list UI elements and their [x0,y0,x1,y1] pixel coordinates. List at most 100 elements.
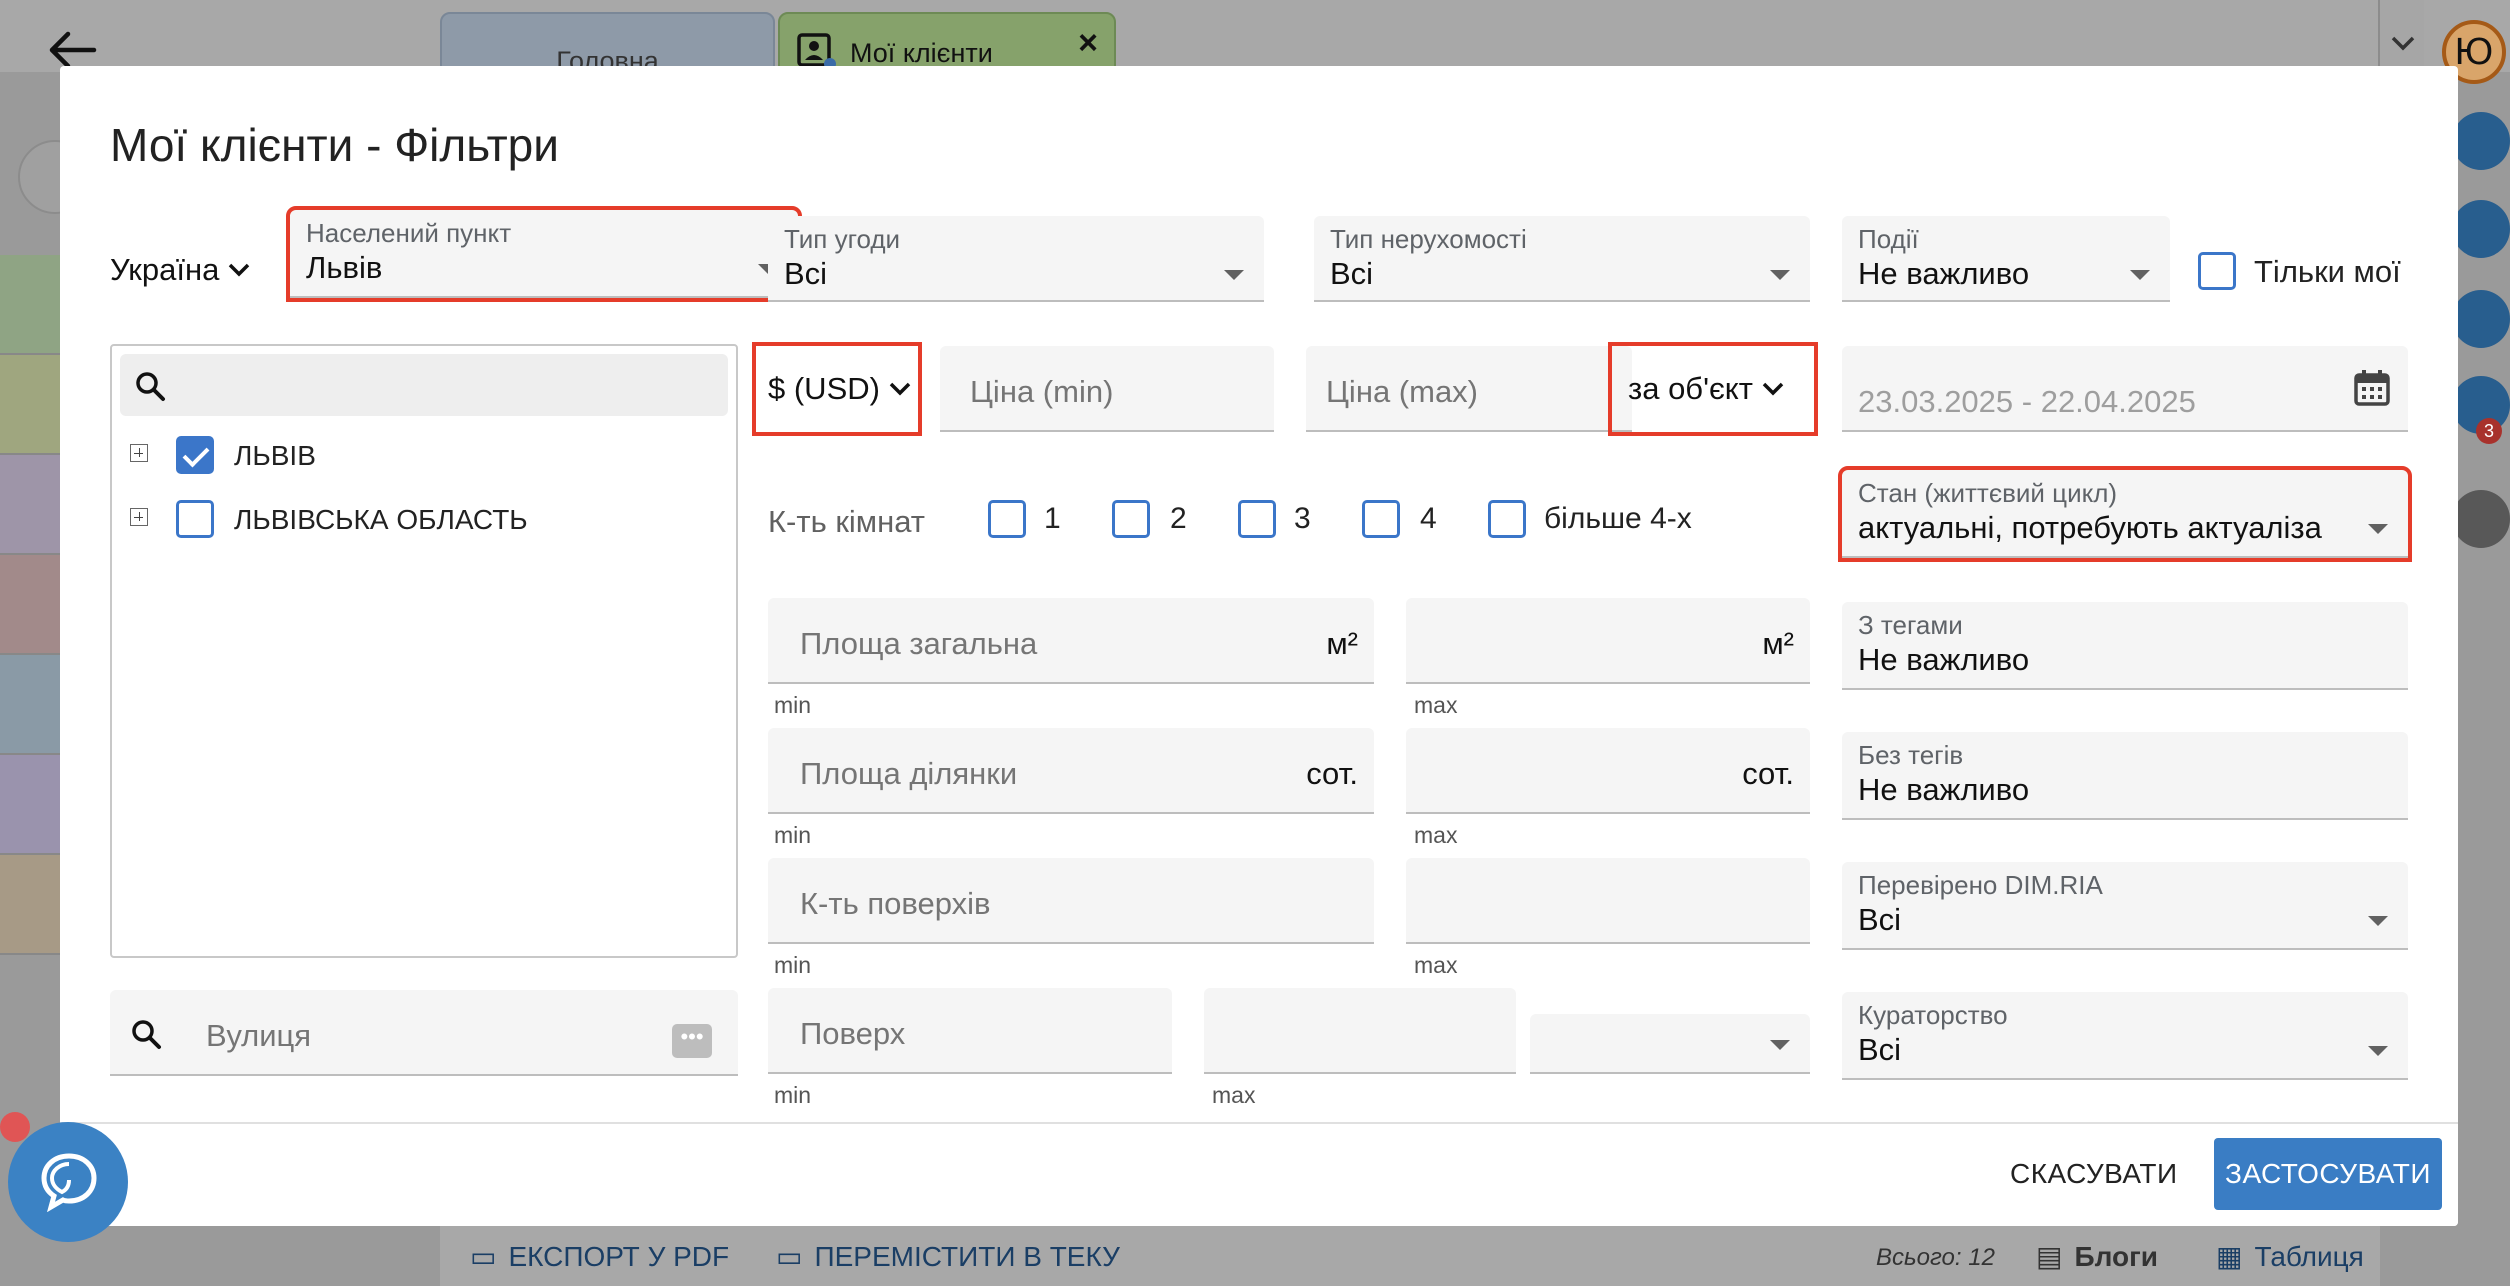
floors-count-min-caption: min [774,952,812,978]
bottom-bar: ▭ ЕКСПОРТ У PDF ▭ ПЕРЕМІСТИТИ В ТЕКУ Всь… [440,1224,2380,1286]
blogs-view-button[interactable]: ▤ Блоги [2036,1240,2158,1273]
rooms-more-checkbox[interactable] [1488,500,1526,538]
caret-down-icon [1770,270,1790,280]
blog-icon: ▤ [2036,1241,2063,1272]
search-icon[interactable] [2452,200,2510,258]
cancel-button[interactable]: СКАСУВАТИ [2010,1158,2178,1190]
sidebar-item-tools[interactable] [0,655,60,755]
calendar-icon[interactable] [2452,112,2510,170]
rooms-more-label: більше 4-х [1544,502,1692,535]
caret-down-icon [2368,524,2388,534]
sidebar-item-folders[interactable] [0,455,60,555]
date-range-input[interactable]: 23.03.2025 - 22.04.2025 [1842,346,2408,432]
sidebar-item-analytics[interactable] [0,855,60,955]
rooms-3-label: 3 [1294,502,1311,535]
chat-widget-button[interactable] [8,1122,128,1242]
country-select[interactable]: Україна [110,252,251,288]
messages-icon[interactable] [2452,290,2510,348]
filters-dialog: Мої клієнти - Фільтри Україна Населений … [60,66,2458,1226]
area-total-min-caption: min [774,692,812,718]
floor-min-caption: min [774,1082,812,1108]
floors-count-max-caption: max [1414,952,1458,978]
tree-item-lviv-oblast-checkbox[interactable] [176,500,214,538]
more-options-icon[interactable]: ••• [672,1024,712,1058]
street-search-input[interactable]: Вулиця ••• [110,990,738,1076]
area-total-max-input[interactable]: м² [1406,598,1810,684]
notification-badge: 3 [2476,418,2502,444]
tree-item-lviv[interactable] [130,444,148,462]
property-type-select[interactable]: Тип нерухомості Всі [1314,216,1810,302]
rooms-4-checkbox[interactable] [1362,500,1400,538]
chevron-down-icon [2391,36,2415,51]
chat-icon [41,1153,97,1212]
expand-icon[interactable] [130,508,148,526]
curatorship-select[interactable]: Кураторство Всі [1842,992,2408,1080]
area-total-min-input[interactable]: Площа загальна м² [768,598,1374,684]
with-tags-select[interactable]: З тегами Не важливо [1842,602,2408,690]
only-mine-label: Тільки мої [2254,254,2401,289]
deal-type-select[interactable]: Тип угоди Всі [768,216,1264,302]
area-plot-min-caption: min [774,822,812,848]
caret-down-icon [1770,1040,1790,1050]
floor-option-select[interactable] [1530,1014,1810,1074]
caret-down-icon [2368,916,2388,926]
chat-notification-dot [0,1112,30,1142]
tree-search-input[interactable] [120,354,728,416]
app-header [0,0,2510,72]
chevron-down-icon [229,263,250,277]
apply-button[interactable]: ЗАСТОСУВАТИ [2214,1138,2442,1210]
tree-item-lviv-checkbox[interactable] [176,436,214,474]
rooms-1-label: 1 [1044,502,1061,535]
help-icon[interactable] [2452,490,2510,548]
rooms-4-label: 4 [1420,502,1437,535]
export-pdf-button[interactable]: ▭ ЕКСПОРТ У PDF [470,1240,729,1273]
area-plot-max-input[interactable]: сот. [1406,728,1810,814]
move-to-folder-button[interactable]: ▭ ПЕРЕМІСТИТИ В ТЕКУ [776,1240,1120,1273]
folder-icon: ▭ [776,1241,803,1272]
total-count: Всього: 12 [1876,1244,1995,1271]
rooms-1-checkbox[interactable] [988,500,1026,538]
price-min-input[interactable]: Ціна (min) [940,346,1274,432]
tree-item-lviv-label: ЛЬВІВ [234,440,316,471]
area-plot-min-input[interactable]: Площа ділянки сот. [768,728,1374,814]
floors-count-min-input[interactable]: К-ть поверхів [768,858,1374,944]
pdf-icon: ▭ [470,1241,497,1272]
rooms-2-label: 2 [1170,502,1187,535]
caret-down-icon [2368,1046,2388,1056]
tree-item-lviv-oblast[interactable] [130,508,148,526]
dialog-title: Мої клієнти - Фільтри [110,119,559,171]
rooms-label: К-ть кімнат [768,504,925,539]
sidebar-item-contacts[interactable] [0,255,60,355]
sidebar-item-objects[interactable] [0,355,60,455]
sidebar [0,255,60,960]
table-icon: ▦ [2216,1241,2243,1272]
without-tags-select[interactable]: Без тегів Не важливо [1842,732,2408,820]
sidebar-item-deals[interactable] [0,555,60,655]
lifecycle-state-select[interactable]: Стан (життєвий цикл) актуальні, потребую… [1838,466,2412,562]
caret-down-icon [1224,270,1244,280]
settlement-select[interactable]: Населений пункт Львів [286,206,802,302]
chevron-down-icon [1762,382,1784,396]
events-select[interactable]: Події Не важливо [1842,216,2170,302]
table-view-button[interactable]: ▦ Таблиця [2216,1240,2364,1273]
floor-max-caption: max [1212,1082,1256,1108]
tab-close-icon[interactable]: × [1078,24,1098,63]
rooms-3-checkbox[interactable] [1238,500,1276,538]
verified-dimria-select[interactable]: Перевірено DIM.RIA Всі [1842,862,2408,950]
floor-max-input[interactable] [1204,988,1516,1074]
floor-min-input[interactable]: Поверх [768,988,1172,1074]
sidebar-item-copyright[interactable] [0,755,60,855]
floors-count-max-input[interactable] [1406,858,1810,944]
only-mine-checkbox[interactable] [2198,252,2236,290]
caret-down-icon [2130,270,2150,280]
expand-icon[interactable] [130,444,148,462]
dialog-footer: СКАСУВАТИ ЗАСТОСУВАТИ [60,1122,2458,1226]
location-tree: ЛЬВІВ ЛЬВІВСЬКА ОБЛАСТЬ [110,344,738,958]
currency-select[interactable]: $ (USD) [752,342,922,436]
search-icon [132,1020,161,1049]
price-per-select[interactable]: за об'єкт [1608,342,1818,436]
calendar-icon[interactable] [2352,368,2392,408]
area-total-max-caption: max [1414,692,1458,718]
price-max-input[interactable]: Ціна (max) [1306,346,1632,432]
rooms-2-checkbox[interactable] [1112,500,1150,538]
